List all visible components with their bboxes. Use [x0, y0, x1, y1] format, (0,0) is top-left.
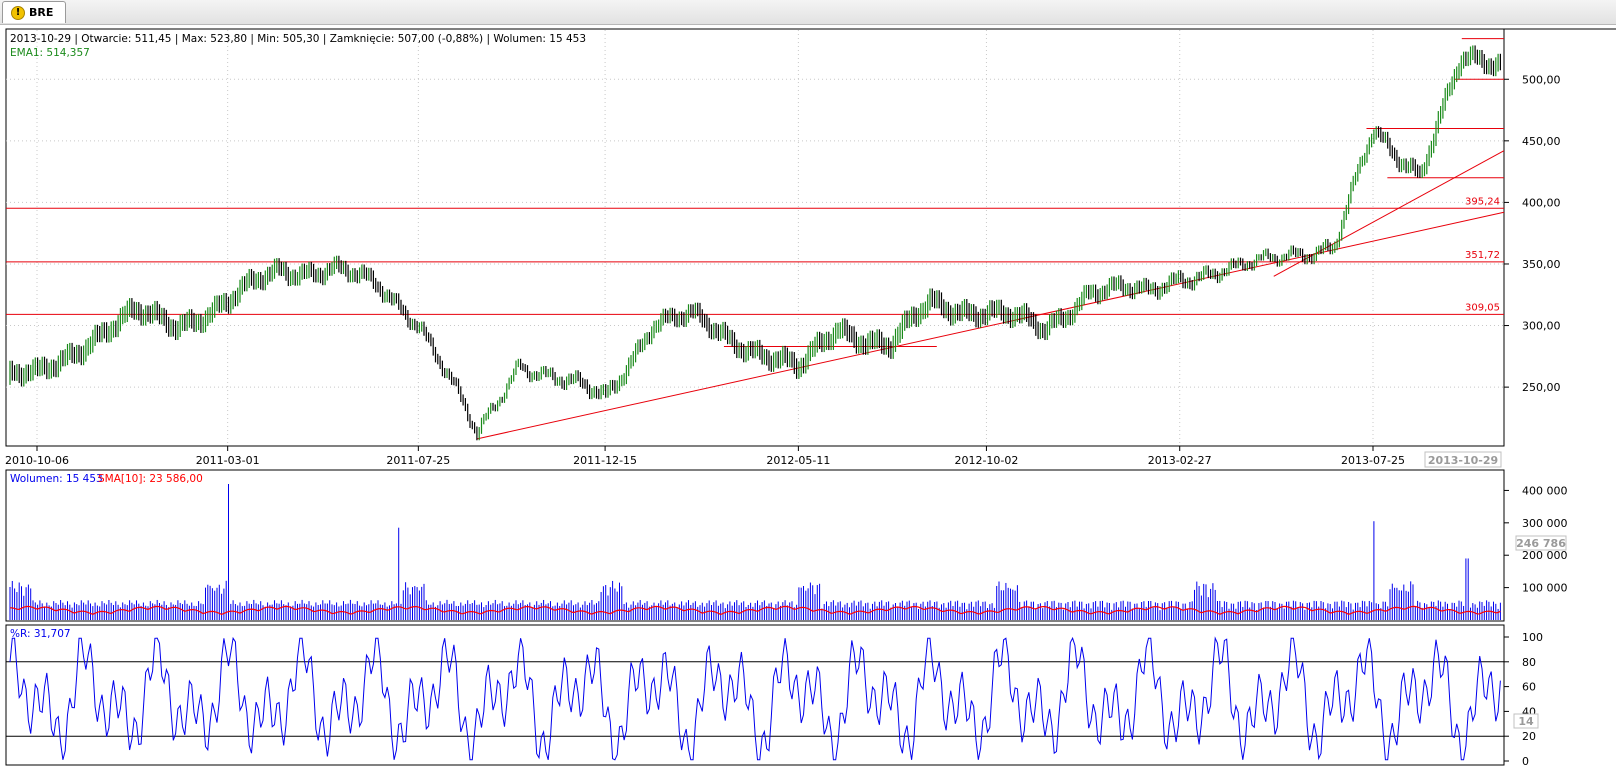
- volume-panel-frame: [5, 469, 1505, 622]
- date-tick-label: 2013-07-25: [1341, 454, 1405, 467]
- date-tick-label: 2011-03-01: [196, 454, 260, 467]
- price-tick-label: 400,00: [1522, 196, 1561, 209]
- volume-tick-label: 100 000: [1522, 582, 1568, 595]
- date-tick-label: 2011-07-25: [386, 454, 450, 467]
- ema-info: EMA1: 514,357: [10, 47, 90, 59]
- date-tick-label: 2013-02-27: [1148, 454, 1212, 467]
- date-tick-label: 2012-10-02: [954, 454, 1018, 467]
- williams-tick-label: 60: [1522, 681, 1536, 694]
- level-label: 395,24: [1465, 196, 1500, 207]
- warning-icon: !: [11, 5, 25, 20]
- price-tick-label: 450,00: [1522, 135, 1561, 148]
- tab-label: BRE: [29, 6, 54, 19]
- level-label: 351,72: [1465, 250, 1500, 261]
- volume-marker-label: 246 786: [1516, 537, 1566, 550]
- chart-frame: 395,24 351,72 309,05 250,00 300,00 350,00 400…: [0, 25, 1616, 768]
- volume-legend: Wolumen: 15 453: [10, 473, 103, 485]
- tab-bre[interactable]: ! BRE: [2, 1, 66, 23]
- volume-tick-label: 300 000: [1522, 517, 1568, 530]
- price-axis: 250,00 300,00 350,00 400,00 450,00 500,00: [1504, 73, 1561, 394]
- last-date-label: 2013-10-29: [1428, 454, 1498, 467]
- price-tick-label: 500,00: [1522, 73, 1561, 86]
- williams-axis: 020406080100: [1504, 631, 1543, 768]
- williams-tick-label: 80: [1522, 656, 1536, 669]
- date-tick-label: 2011-12-15: [573, 454, 637, 467]
- price-tick-label: 350,00: [1522, 258, 1561, 271]
- volume-tick-label: 400 000: [1522, 484, 1568, 497]
- price-tick-label: 300,00: [1522, 320, 1561, 333]
- stock-chart[interactable]: 395,24 351,72 309,05 250,00 300,00 350,00 400…: [0, 25, 1616, 768]
- williams-marker-label: 14: [1518, 715, 1534, 728]
- date-axis: 2010-10-06 2011-03-01 2011-07-25 2011-12-15…: [5, 446, 1405, 467]
- sma-legend: SMA[10]: 23 586,00: [98, 473, 203, 485]
- price-tick-label: 250,00: [1522, 381, 1561, 394]
- ohlc-info: 2013-10-29 | Otwarcie: 511,45 | Max: 523…: [10, 33, 586, 45]
- williams-legend: %R: 31,707: [10, 628, 71, 640]
- williams-tick-label: 100: [1522, 631, 1543, 644]
- level-label: 309,05: [1465, 302, 1500, 313]
- tab-bar: ! BRE: [0, 0, 1616, 25]
- williams-tick-label: 20: [1522, 730, 1536, 743]
- date-tick-label: 2010-10-06: [5, 454, 69, 467]
- price-panel-frame: [5, 28, 1505, 447]
- date-tick-label: 2012-05-11: [766, 454, 830, 467]
- williams-tick-label: 0: [1522, 755, 1529, 766]
- volume-tick-label: 200 000: [1522, 549, 1568, 562]
